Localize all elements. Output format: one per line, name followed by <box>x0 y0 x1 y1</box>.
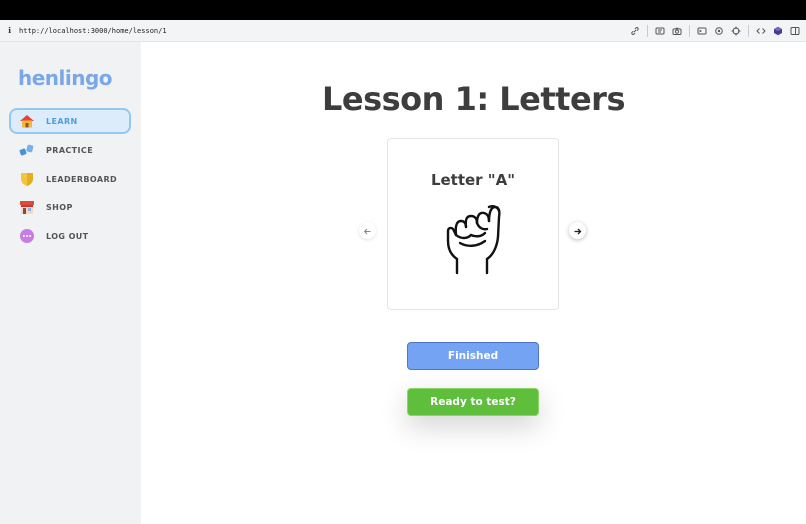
sidebar-item-label: LOG OUT <box>46 231 89 241</box>
toolbar-separator <box>647 25 648 37</box>
url-field[interactable]: http://localhost:3000/home/lesson/1 <box>19 27 167 35</box>
toolbar-separator <box>748 25 749 37</box>
sidebar-item-label: LEARN <box>46 116 78 126</box>
app-window: henlingo LEARN PRACTICE LEADERBOARD SHOP <box>0 42 806 524</box>
weights-icon <box>19 142 35 158</box>
sidebar-item-label: PRACTICE <box>46 145 94 155</box>
terminal-icon[interactable] <box>697 26 707 36</box>
sidebar-item-label: LEADERBOARD <box>46 174 118 184</box>
lesson-main: Lesson 1: Letters Letter "A" Finished Re… <box>141 42 806 524</box>
settings-icon[interactable] <box>714 26 724 36</box>
sidebar-item-log-out[interactable]: LOG OUT <box>9 223 131 249</box>
info-icon[interactable]: ℹ <box>8 26 11 35</box>
sidebar-item-label: SHOP <box>46 202 73 212</box>
card-title: Letter "A" <box>430 171 516 189</box>
crosshair-icon[interactable] <box>731 26 741 36</box>
sign-language-a-icon <box>443 203 503 279</box>
sidebar-item-learn[interactable]: LEARN <box>9 108 131 134</box>
link-icon[interactable] <box>630 26 640 36</box>
next-button[interactable] <box>569 222 586 239</box>
camera-icon[interactable] <box>672 26 682 36</box>
ready-to-test-button[interactable]: Ready to test? <box>407 388 539 416</box>
sidebar-item-practice[interactable]: PRACTICE <box>9 137 131 163</box>
sidebar-item-shop[interactable]: SHOP <box>9 194 131 220</box>
extension-icon[interactable] <box>773 26 783 36</box>
more-icon <box>19 228 35 244</box>
page-title: Lesson 1: Letters <box>321 80 626 118</box>
sidebar-icon[interactable] <box>790 26 800 36</box>
finished-button[interactable]: Finished <box>407 342 539 370</box>
sidebar-item-leaderboard[interactable]: LEADERBOARD <box>9 166 131 192</box>
shop-icon <box>19 199 35 215</box>
logo[interactable]: henlingo <box>18 66 113 90</box>
lesson-card: Letter "A" <box>387 138 559 310</box>
shield-icon <box>19 171 35 187</box>
arrow-right-icon <box>573 221 582 240</box>
code-icon[interactable] <box>756 26 766 36</box>
previous-button[interactable] <box>359 222 376 239</box>
browser-toolbar: ℹ http://localhost:3000/home/lesson/1 <box>0 20 806 42</box>
browser-tools <box>630 20 800 42</box>
toolbar-separator <box>689 25 690 37</box>
reader-icon[interactable] <box>655 26 665 36</box>
house-icon <box>19 113 35 129</box>
arrow-left-icon <box>363 221 372 240</box>
window-top-bar <box>0 0 806 20</box>
sidebar: henlingo LEARN PRACTICE LEADERBOARD SHOP <box>0 42 141 524</box>
